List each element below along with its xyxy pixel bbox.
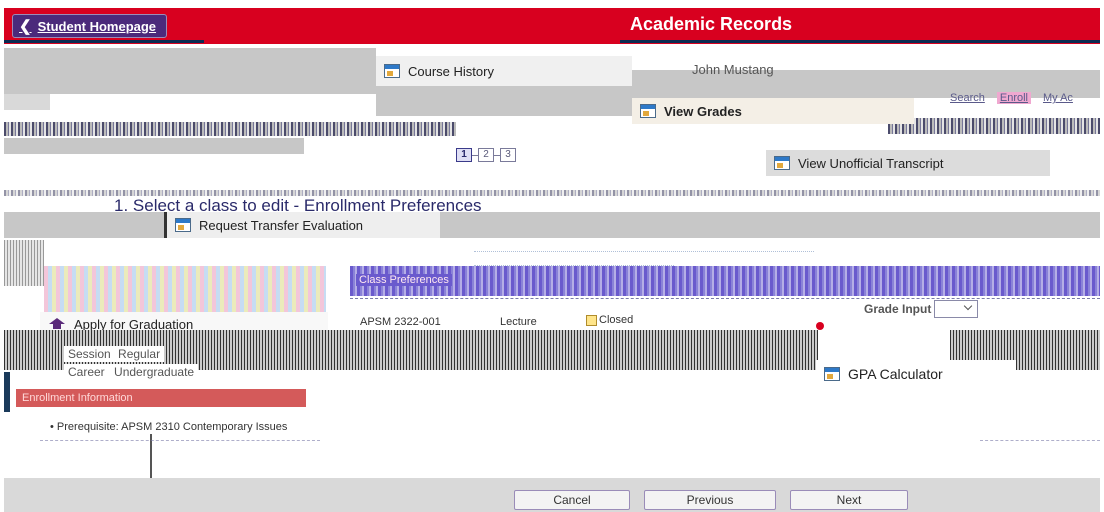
transcript-icon	[774, 156, 790, 170]
course-history-icon	[384, 64, 400, 78]
header-divider	[620, 40, 1100, 43]
glitch-band	[4, 122, 456, 136]
enroll-link[interactable]: Enroll	[996, 92, 1031, 104]
transfer-evaluation-icon	[175, 218, 191, 232]
gray-band	[4, 138, 304, 154]
previous-button[interactable]: Previous	[644, 490, 776, 510]
header-divider	[4, 40, 204, 43]
class-status: Closed	[586, 314, 633, 326]
view-unofficial-transcript-tile[interactable]: View Unofficial Transcript	[766, 150, 1050, 176]
faint-text	[474, 256, 674, 266]
search-link[interactable]: Search	[950, 92, 985, 104]
glitch-block	[4, 240, 44, 286]
step-1: 1	[456, 148, 472, 162]
gray-band	[4, 94, 50, 110]
graduation-cap-icon	[48, 318, 66, 330]
dashed-divider	[980, 440, 1100, 441]
dashed-divider	[40, 440, 320, 441]
enrollment-information-heading: Enrollment Information	[16, 389, 306, 407]
my-academics-link[interactable]: My Ac	[1043, 92, 1073, 104]
career-label: Career	[68, 365, 105, 379]
session-label: Session	[68, 347, 111, 361]
view-unofficial-transcript-label: View Unofficial Transcript	[798, 155, 944, 171]
chevron-left-icon: ❮	[19, 17, 32, 35]
session-row: Session Regular	[64, 346, 165, 362]
step-3: 3	[500, 148, 516, 162]
gpa-calculator-label: GPA Calculator	[848, 366, 943, 382]
alert-dot-icon	[816, 322, 824, 330]
faint-text	[474, 242, 814, 252]
calculator-icon	[824, 367, 840, 381]
request-transfer-evaluation-tile[interactable]: Request Transfer Evaluation	[164, 212, 440, 238]
career-row: Career Undergraduate	[64, 364, 199, 380]
course-history-label: Course History	[408, 63, 494, 79]
page-title: Academic Records	[630, 14, 793, 34]
class-component: Lecture	[500, 316, 537, 328]
class-status-label: Closed	[599, 314, 634, 326]
gray-band	[440, 212, 1100, 238]
next-button[interactable]: Next	[790, 490, 908, 510]
student-homepage-label: Student Homepage	[37, 18, 157, 34]
class-course-section: APSM 2322-001	[360, 316, 441, 328]
class-preferences-band	[350, 266, 1100, 296]
gray-band	[4, 48, 376, 94]
prerequisite-text: Prerequisite: APSM 2310 Contemporary Iss…	[56, 421, 288, 433]
chevron-down-icon	[963, 301, 973, 311]
nav-links: Search Enroll My Ac	[950, 92, 1073, 104]
request-transfer-evaluation-label: Request Transfer Evaluation	[199, 217, 364, 233]
dashed-divider	[350, 298, 1100, 299]
step-2: 2	[478, 148, 494, 162]
course-history-tile[interactable]: Course History	[376, 56, 632, 86]
career-value: Undergraduate	[114, 365, 195, 379]
view-grades-label: View Grades	[664, 103, 742, 119]
gpa-calculator-tile[interactable]: GPA Calculator	[816, 360, 1016, 388]
glitch-band	[888, 118, 1100, 134]
grade-input-label: Grade Input	[864, 302, 932, 316]
cancel-button[interactable]: Cancel	[514, 490, 630, 510]
tab-class-preferences[interactable]: Class Preferences	[356, 274, 452, 286]
grade-input-select[interactable]	[934, 300, 978, 318]
view-grades-icon	[640, 104, 656, 118]
student-homepage-button[interactable]: ❮ Student Homepage	[12, 14, 168, 38]
view-grades-tile[interactable]: View Grades	[632, 98, 914, 124]
side-marker	[4, 372, 10, 412]
step-indicator: 1 2 3	[456, 148, 516, 162]
closed-status-icon	[586, 314, 597, 326]
gray-band	[376, 86, 632, 116]
gray-band	[4, 212, 164, 238]
session-value: Regular	[118, 347, 161, 361]
header-banner	[4, 8, 1100, 44]
bullet-icon: •	[50, 421, 57, 433]
prerequisite-item: • Prerequisite: APSM 2310 Contemporary I…	[50, 421, 287, 433]
user-name: John Mustang	[692, 62, 774, 77]
